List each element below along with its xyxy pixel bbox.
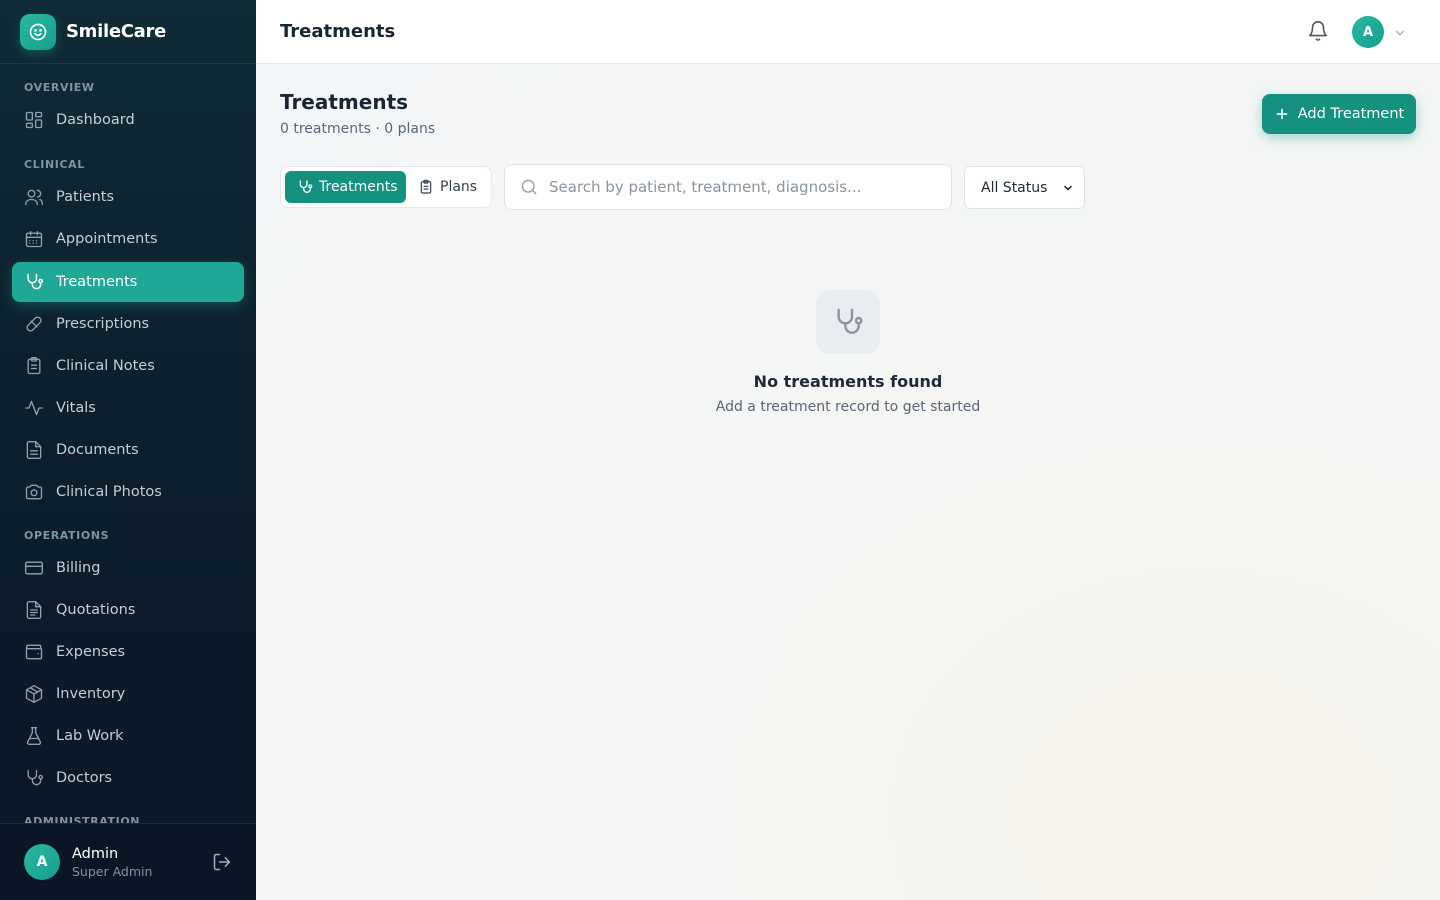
bell-icon[interactable] bbox=[1307, 20, 1329, 46]
user-profile[interactable]: A Admin Super Admin bbox=[0, 823, 256, 900]
sidebar-item-clinical-photos[interactable]: Clinical Photos bbox=[12, 472, 244, 512]
sidebar-item-label: Vitals bbox=[56, 400, 96, 416]
tab-treatments[interactable]: Treatments bbox=[285, 171, 406, 203]
sidebar-item-label: Doctors bbox=[56, 770, 113, 786]
app-name: SmileCare bbox=[66, 21, 167, 42]
sidebar-item-label: Clinical Photos bbox=[56, 484, 162, 500]
flask-icon bbox=[24, 726, 44, 746]
sidebar-item-prescriptions[interactable]: Prescriptions bbox=[12, 304, 244, 344]
document-icon bbox=[24, 440, 44, 460]
sidebar-item-label: Clinical Notes bbox=[56, 358, 155, 374]
sidebar-item-label: Inventory bbox=[56, 686, 126, 702]
topbar-title: Treatments bbox=[280, 21, 396, 42]
sidebar-item-vitals[interactable]: Vitals bbox=[12, 388, 244, 428]
sidebar-item-label: Quotations bbox=[56, 602, 136, 618]
section-label-overview: OVERVIEW bbox=[24, 81, 95, 94]
sidebar-item-label: Dashboard bbox=[56, 112, 135, 128]
status-filter-value: All Status bbox=[981, 179, 1048, 196]
user-name: Admin bbox=[72, 845, 119, 862]
sidebar-item-label: Treatments bbox=[56, 274, 138, 290]
sidebar-item-expenses[interactable]: Expenses bbox=[12, 632, 244, 672]
users-icon bbox=[24, 187, 44, 207]
credit-card-icon bbox=[24, 558, 44, 578]
main-content: Treatments 0 treatments · 0 plans Add Tr… bbox=[256, 64, 1440, 900]
stethoscope-icon bbox=[297, 179, 313, 195]
status-filter-select[interactable]: All Status bbox=[964, 166, 1085, 209]
sidebar: SmileCare OVERVIEW Dashboard CLINICAL Pa… bbox=[0, 0, 256, 900]
search-input[interactable] bbox=[549, 178, 929, 196]
sidebar-item-clinical-notes[interactable]: Clinical Notes bbox=[12, 346, 244, 386]
chevron-down-icon[interactable] bbox=[1393, 25, 1407, 44]
brand[interactable]: SmileCare bbox=[0, 0, 256, 64]
clipboard-icon bbox=[418, 179, 434, 195]
sidebar-item-treatments[interactable]: Treatments bbox=[12, 262, 244, 302]
activity-icon bbox=[24, 398, 44, 418]
section-label-operations: OPERATIONS bbox=[24, 529, 110, 542]
sidebar-item-label: Documents bbox=[56, 442, 139, 458]
sidebar-item-dashboard[interactable]: Dashboard bbox=[12, 100, 244, 140]
sidebar-item-documents[interactable]: Documents bbox=[12, 430, 244, 470]
stethoscope-icon bbox=[24, 272, 44, 292]
sidebar-item-doctors[interactable]: Doctors bbox=[12, 758, 244, 798]
sidebar-item-inventory[interactable]: Inventory bbox=[12, 674, 244, 714]
camera-icon bbox=[24, 482, 44, 502]
sidebar-item-label: Lab Work bbox=[56, 728, 124, 744]
sidebar-item-lab-work[interactable]: Lab Work bbox=[12, 716, 244, 756]
search-box bbox=[504, 164, 952, 210]
logout-icon[interactable] bbox=[212, 852, 232, 876]
sidebar-item-label: Prescriptions bbox=[56, 316, 150, 332]
sidebar-item-label: Patients bbox=[56, 189, 115, 205]
search-icon bbox=[519, 177, 539, 197]
dashboard-icon bbox=[24, 110, 44, 130]
user-role: Super Admin bbox=[72, 863, 153, 879]
sidebar-nav: OVERVIEW Dashboard CLINICAL Patients App… bbox=[0, 64, 256, 823]
tab-label: Plans bbox=[440, 179, 478, 195]
empty-state-subtitle: Add a treatment record to get started bbox=[715, 399, 981, 415]
add-treatment-label: Add Treatment bbox=[1297, 106, 1405, 122]
empty-state-title: No treatments found bbox=[753, 372, 943, 391]
page-subtitle: 0 treatments · 0 plans bbox=[280, 121, 436, 137]
file-text-icon bbox=[24, 600, 44, 620]
user-avatar-button[interactable]: A bbox=[1352, 16, 1384, 48]
tab-label: Treatments bbox=[319, 179, 398, 195]
sidebar-item-patients[interactable]: Patients bbox=[12, 177, 244, 217]
sidebar-item-label: Billing bbox=[56, 560, 101, 576]
sidebar-item-appointments[interactable]: Appointments bbox=[12, 219, 244, 259]
plus-icon bbox=[1274, 106, 1290, 122]
calendar-icon bbox=[24, 229, 44, 249]
sidebar-item-label: Appointments bbox=[56, 231, 158, 247]
sidebar-item-quotations[interactable]: Quotations bbox=[12, 590, 244, 630]
page-title: Treatments bbox=[280, 90, 409, 114]
add-treatment-button[interactable]: Add Treatment bbox=[1262, 94, 1416, 134]
stethoscope-icon bbox=[816, 290, 880, 354]
section-label-administration: ADMINISTRATION bbox=[24, 815, 141, 823]
smile-icon bbox=[20, 13, 56, 50]
clipboard-icon bbox=[24, 356, 44, 376]
stethoscope-icon bbox=[24, 768, 44, 788]
avatar: A bbox=[24, 844, 60, 880]
tab-plans[interactable]: Plans bbox=[412, 171, 484, 203]
wallet-icon bbox=[24, 642, 44, 662]
sidebar-item-label: Expenses bbox=[56, 644, 126, 660]
pill-icon bbox=[24, 314, 44, 334]
box-icon bbox=[24, 684, 44, 704]
topbar: Treatments A bbox=[256, 0, 1440, 64]
chevron-down-icon bbox=[1062, 182, 1074, 194]
view-toggle: Treatments Plans bbox=[280, 166, 492, 208]
section-label-clinical: CLINICAL bbox=[24, 158, 85, 171]
sidebar-item-billing[interactable]: Billing bbox=[12, 548, 244, 588]
